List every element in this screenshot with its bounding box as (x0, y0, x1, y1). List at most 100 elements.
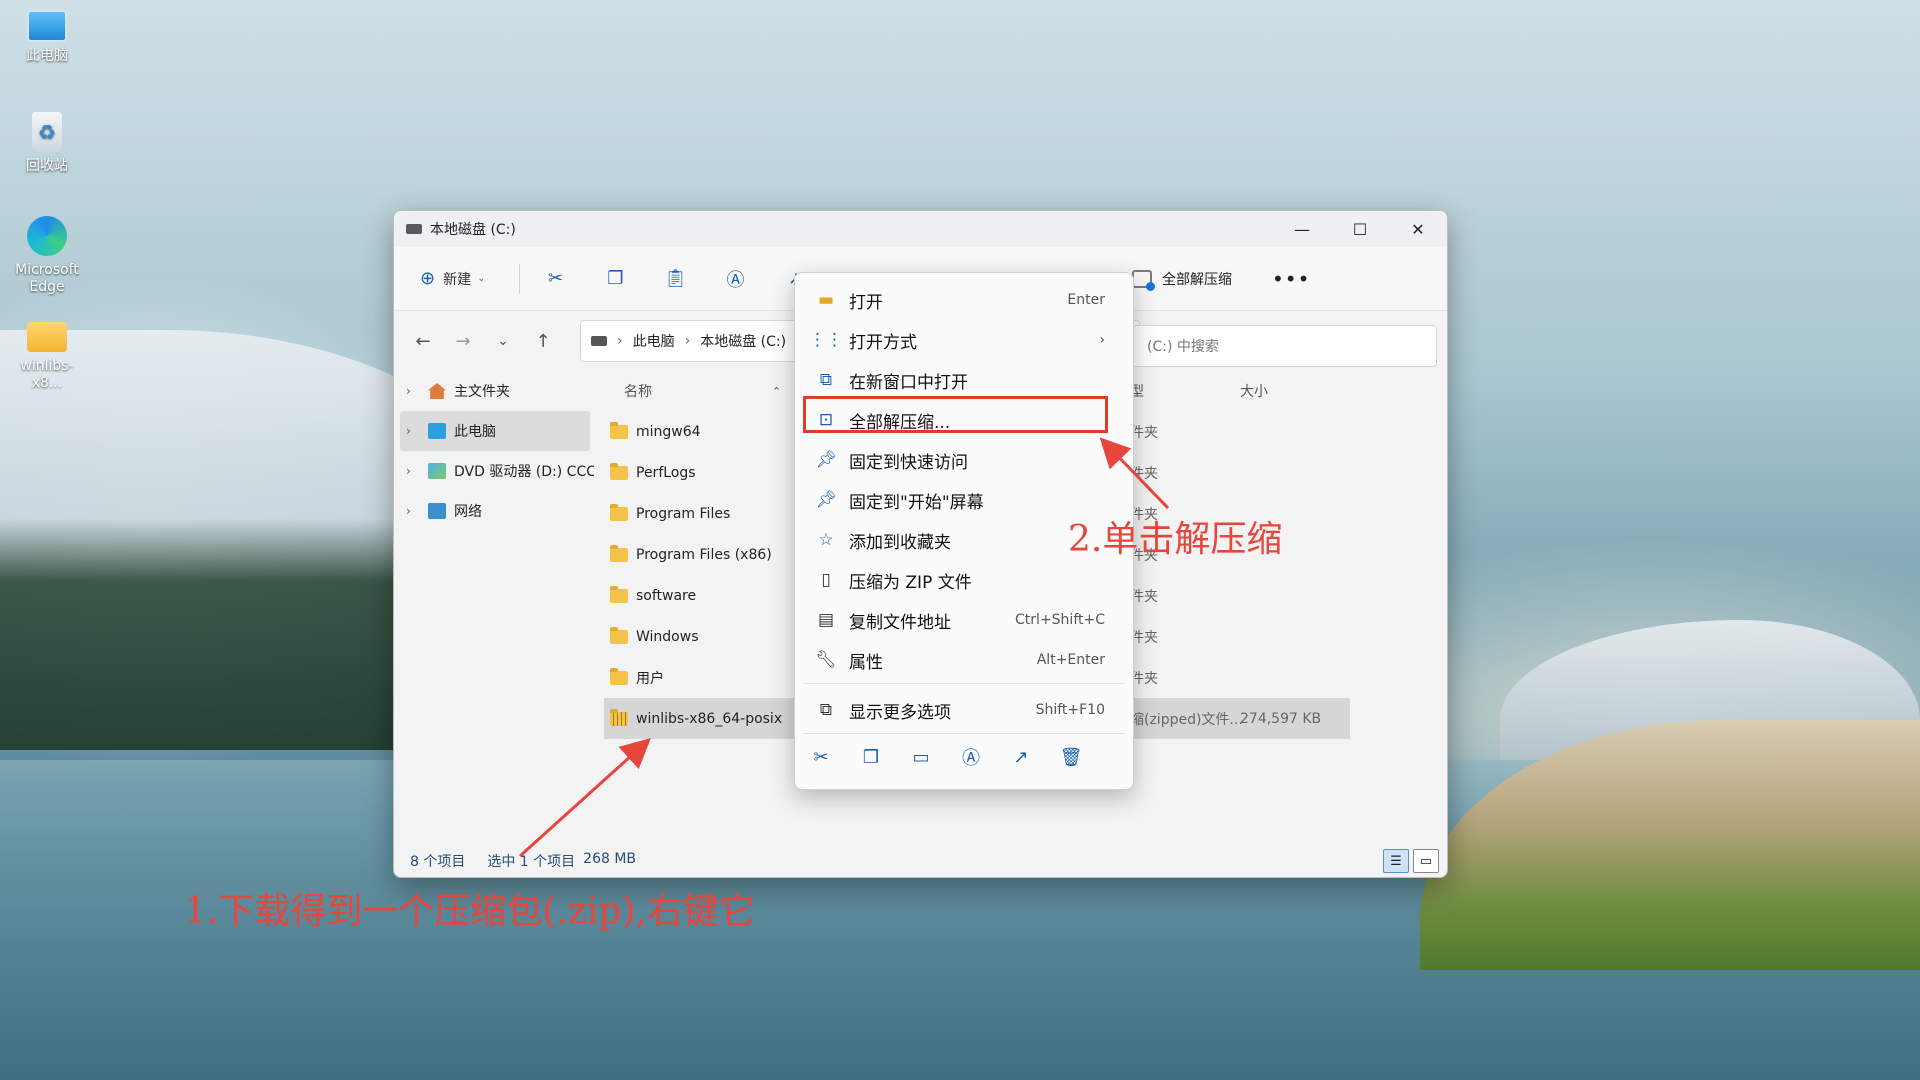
menu-item-show-more[interactable]: ⧉ 显示更多选项 Shift+F10 (803, 691, 1125, 729)
network-icon (428, 503, 446, 519)
maximize-button[interactable]: ☐ (1331, 211, 1389, 247)
breadcrumb-current[interactable]: 本地磁盘 (C:) (700, 331, 786, 351)
paste-icon[interactable]: 📋︎ (662, 266, 688, 292)
file-name: Program Files (636, 505, 731, 522)
column-header-name[interactable]: 名称 (624, 381, 652, 401)
drive-icon (406, 224, 422, 234)
column-header-size[interactable]: 大小 (1240, 381, 1268, 401)
chevron-right-icon: › (406, 464, 411, 478)
extract-icon (1132, 270, 1155, 291)
minimize-button[interactable]: — (1273, 211, 1331, 247)
sidebar-item-this-pc[interactable]: › 此电脑 (400, 411, 590, 451)
open-with-icon: ⋮⋮ (809, 330, 843, 350)
chevron-right-icon: › (406, 424, 411, 438)
search-input[interactable]: (C:) 中搜索 (1132, 325, 1437, 367)
rename-icon[interactable]: Ⓐ (722, 266, 748, 292)
recycle-bin-icon: ♻ (32, 112, 62, 152)
folder-icon (610, 626, 628, 644)
more-options-button[interactable]: ••• (1272, 267, 1310, 291)
desktop-icon-label: 此电脑 (26, 48, 68, 64)
menu-item-label: 打开 (849, 292, 883, 313)
breadcrumb-separator: › (617, 333, 623, 349)
toolbar-divider (519, 263, 521, 294)
copy-icon[interactable]: ❐ (857, 743, 885, 771)
desktop-icon-label: 回收站 (26, 158, 68, 174)
file-type: 件夹 (1130, 424, 1158, 441)
file-type: 件夹 (1130, 670, 1158, 687)
plus-circle-icon: ⊕ (420, 268, 436, 289)
folder-icon (610, 462, 628, 480)
desktop-icon-recycle-bin[interactable]: ♻ 回收站 (6, 112, 88, 175)
zip-icon: ▯ (821, 570, 831, 590)
back-arrow-icon[interactable]: ← (408, 326, 438, 356)
menu-item-compress-zip[interactable]: ▯ 压缩为 ZIP 文件 (803, 561, 1125, 599)
menu-item-label: 添加到收藏夹 (849, 532, 951, 553)
menu-item-shortcut: Enter (1067, 292, 1105, 308)
file-type: 件夹 (1130, 629, 1158, 646)
cut-icon[interactable]: ✂ (807, 743, 835, 771)
pin-icon: 📌︎ (815, 490, 837, 510)
show-more-icon: ⧉ (819, 700, 833, 720)
paste-icon[interactable]: ▭ (907, 743, 935, 771)
forward-arrow-icon[interactable]: → (448, 326, 478, 356)
desktop-icon-this-pc[interactable]: 此电脑 (6, 10, 88, 65)
copy-icon[interactable]: ❐ (602, 266, 628, 292)
delete-icon[interactable]: 🗑︎ (1057, 743, 1085, 771)
home-icon (428, 383, 446, 399)
menu-item-pin-quick-access[interactable]: 📌︎ 固定到快速访问 (803, 441, 1125, 479)
desktop-icon-edge[interactable]: Microsoft Edge (6, 216, 88, 296)
pin-icon: 📌︎ (815, 450, 837, 470)
menu-item-open-with[interactable]: ⋮⋮ 打开方式 › (803, 321, 1125, 359)
annotation-step-1: 1.下载得到一个压缩包(.zip),右键它 (184, 891, 755, 932)
new-button-label: 新建 (443, 271, 472, 288)
extract-all-label: 全部解压缩 (1162, 272, 1232, 288)
monitor-icon (428, 423, 446, 439)
close-button[interactable]: ✕ (1389, 211, 1447, 247)
file-name: Program Files (x86) (636, 546, 772, 563)
item-count: 8 个项目 (410, 854, 466, 870)
menu-item-copy-path[interactable]: ▤ 复制文件地址 Ctrl+Shift+C (803, 601, 1125, 639)
sidebar-item-network[interactable]: › 网络 (394, 491, 594, 531)
file-name: 用户 (636, 670, 664, 687)
menu-item-open-new-window[interactable]: ⧉ 在新窗口中打开 (803, 361, 1125, 399)
new-button[interactable]: ⊕ 新建 ⌄ (420, 268, 485, 289)
desktop-icon-label: winlibs-x8... (20, 358, 74, 391)
command-bar-right: 全部解压缩 ••• (1132, 247, 1310, 311)
recent-chevron-icon[interactable]: ⌄ (488, 326, 518, 356)
selected-count: 选中 1 个项目 (487, 854, 576, 870)
menu-item-shortcut: Alt+Enter (1036, 652, 1105, 668)
file-type: 件夹 (1130, 588, 1158, 605)
sidebar-item-label: 网络 (454, 504, 482, 520)
edge-icon (27, 216, 67, 256)
chevron-right-icon: › (406, 504, 411, 518)
cut-icon[interactable]: ✂ (542, 266, 568, 292)
menu-item-label: 在新窗口中打开 (849, 372, 968, 393)
rename-icon[interactable]: Ⓐ (957, 743, 985, 771)
file-size: 274,597 KB (1240, 710, 1322, 727)
menu-item-shortcut: Shift+F10 (1035, 702, 1105, 718)
folder-open-icon: ▬ (817, 290, 835, 310)
sidebar-item-home[interactable]: › 主文件夹 (394, 371, 594, 411)
zip-folder-icon (610, 708, 628, 726)
monitor-icon (27, 10, 67, 42)
breadcrumb-this-pc[interactable]: 此电脑 (633, 331, 675, 351)
share-icon[interactable]: ↗ (1007, 743, 1035, 771)
menu-item-label: 属性 (849, 652, 883, 673)
desktop-icon-zip-file[interactable]: winlibs-x8... (6, 322, 88, 392)
tiles-view-icon[interactable]: ▭ (1413, 849, 1439, 873)
status-bar: 8 个项目 选中 1 个项目 268 MB (410, 851, 636, 871)
drive-icon (591, 336, 607, 346)
sidebar-item-dvd-drive[interactable]: › DVD 驱动器 (D:) CCC (394, 451, 594, 491)
up-arrow-icon[interactable]: ↑ (528, 326, 558, 356)
menu-item-label: 压缩为 ZIP 文件 (849, 572, 972, 593)
details-view-icon[interactable]: ☰ (1383, 849, 1409, 873)
menu-item-label: 复制文件地址 (849, 612, 951, 633)
annotation-step-2: 2.单击解压缩 (1068, 519, 1283, 560)
menu-item-shortcut: Ctrl+Shift+C (1015, 612, 1105, 628)
menu-divider (803, 683, 1125, 684)
menu-item-properties[interactable]: 🔧︎ 属性 Alt+Enter (803, 641, 1125, 679)
extract-all-button[interactable]: 全部解压缩 (1132, 269, 1232, 291)
star-icon: ☆ (818, 530, 834, 550)
dvd-drive-icon (428, 463, 446, 479)
menu-item-open[interactable]: ▬ 打开 Enter (803, 281, 1125, 319)
